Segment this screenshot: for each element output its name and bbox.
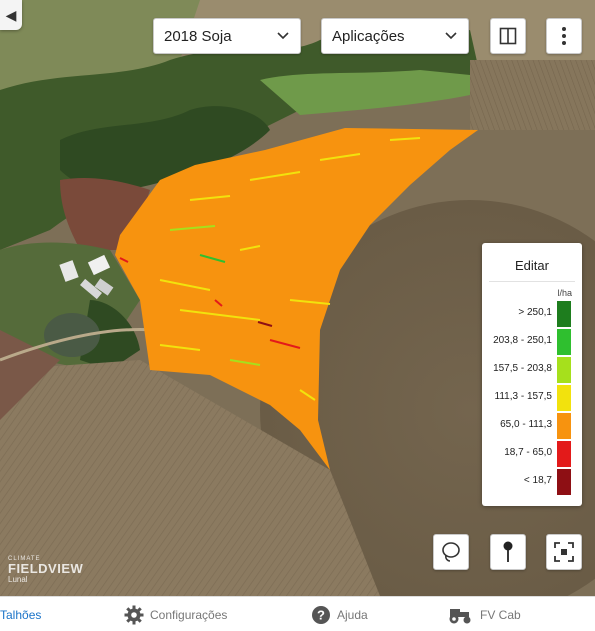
legend-unit: l/ha bbox=[557, 288, 572, 298]
legend-range: 203,8 - 250,1 bbox=[482, 329, 582, 355]
tab-fv-cab[interactable]: FV Cab bbox=[448, 597, 521, 631]
fit-to-field-button[interactable] bbox=[546, 534, 582, 570]
layer-select[interactable]: Aplicações bbox=[321, 18, 469, 54]
lasso-select-button[interactable] bbox=[433, 534, 469, 570]
watermark-brand: FIELDVIEW bbox=[8, 561, 84, 576]
legend-range: > 250,1 bbox=[482, 301, 582, 327]
bottom-tab-bar: Talhões Configurações ? Ajuda FV Cab bbox=[0, 596, 595, 631]
legend-range-swatch bbox=[557, 441, 571, 467]
season-select-value: 2018 Soja bbox=[164, 27, 232, 45]
legend-range-label: > 250,1 bbox=[518, 307, 552, 318]
fieldview-watermark: CLIMATE FIELDVIEW Lunal bbox=[8, 556, 83, 584]
legend-range: 111,3 - 157,5 bbox=[482, 385, 582, 411]
help-icon: ? bbox=[312, 605, 330, 624]
tractor-icon bbox=[449, 608, 471, 623]
gear-icon bbox=[124, 605, 144, 624]
focus-frame-icon bbox=[554, 542, 574, 562]
drop-pin-button[interactable] bbox=[490, 534, 526, 570]
legend-range-swatch bbox=[557, 301, 571, 327]
watermark-sub: Lunal bbox=[8, 575, 28, 584]
legend-range-label: < 18,7 bbox=[523, 475, 552, 486]
satellite-map[interactable]: ◀ 2018 Soja Aplicações Editar l/ha > 250… bbox=[0, 0, 595, 596]
legend-range-label: 65,0 - 111,3 bbox=[500, 419, 552, 430]
legend-range-swatch bbox=[557, 469, 571, 495]
legend-range-label: 18,7 - 65,0 bbox=[504, 447, 552, 458]
more-vertical-icon bbox=[562, 27, 566, 45]
pin-icon bbox=[503, 541, 513, 562]
tab-fv-cab-label: FV Cab bbox=[480, 607, 521, 622]
more-options-button[interactable] bbox=[546, 18, 582, 54]
legend-range-swatch bbox=[557, 357, 571, 383]
svg-text:?: ? bbox=[317, 607, 325, 622]
legend-range-swatch bbox=[557, 413, 571, 439]
legend-range-label: 157,5 - 203,8 bbox=[493, 363, 552, 374]
legend-range: 18,7 - 65,0 bbox=[482, 441, 582, 467]
legend-range: < 18,7 bbox=[482, 469, 582, 495]
legend-range: 65,0 - 111,3 bbox=[482, 413, 582, 439]
fieldview-app: ◀ 2018 Soja Aplicações Editar l/ha > 250… bbox=[0, 0, 595, 631]
split-view-icon bbox=[499, 27, 517, 45]
tab-talhoes-label: Talhões bbox=[0, 607, 42, 622]
legend-range-swatch bbox=[557, 385, 571, 411]
tab-ajuda-label: Ajuda bbox=[337, 607, 368, 622]
legend-range-label: 111,3 - 157,5 bbox=[494, 391, 552, 402]
back-arrow-icon[interactable]: ◀ bbox=[0, 0, 22, 30]
legend-range-label: 203,8 - 250,1 bbox=[493, 335, 552, 346]
tab-talhoes[interactable]: Talhões bbox=[0, 597, 41, 631]
tab-configuracoes[interactable]: Configurações bbox=[124, 597, 227, 631]
legend-edit-button[interactable]: Editar bbox=[489, 250, 575, 282]
layer-select-value: Aplicações bbox=[332, 27, 405, 45]
season-select[interactable]: 2018 Soja bbox=[153, 18, 301, 54]
lasso-icon bbox=[442, 542, 460, 562]
map-legend: Editar l/ha > 250,1 203,8 - 250,1 157,5 - … bbox=[482, 243, 582, 506]
tab-configuracoes-label: Configurações bbox=[150, 607, 228, 622]
split-view-button[interactable] bbox=[490, 18, 526, 54]
chevron-down-icon bbox=[277, 32, 289, 40]
tab-ajuda[interactable]: ? Ajuda bbox=[311, 597, 368, 631]
legend-range-swatch bbox=[557, 329, 571, 355]
chevron-down-icon bbox=[445, 32, 457, 40]
legend-range: 157,5 - 203,8 bbox=[482, 357, 582, 383]
